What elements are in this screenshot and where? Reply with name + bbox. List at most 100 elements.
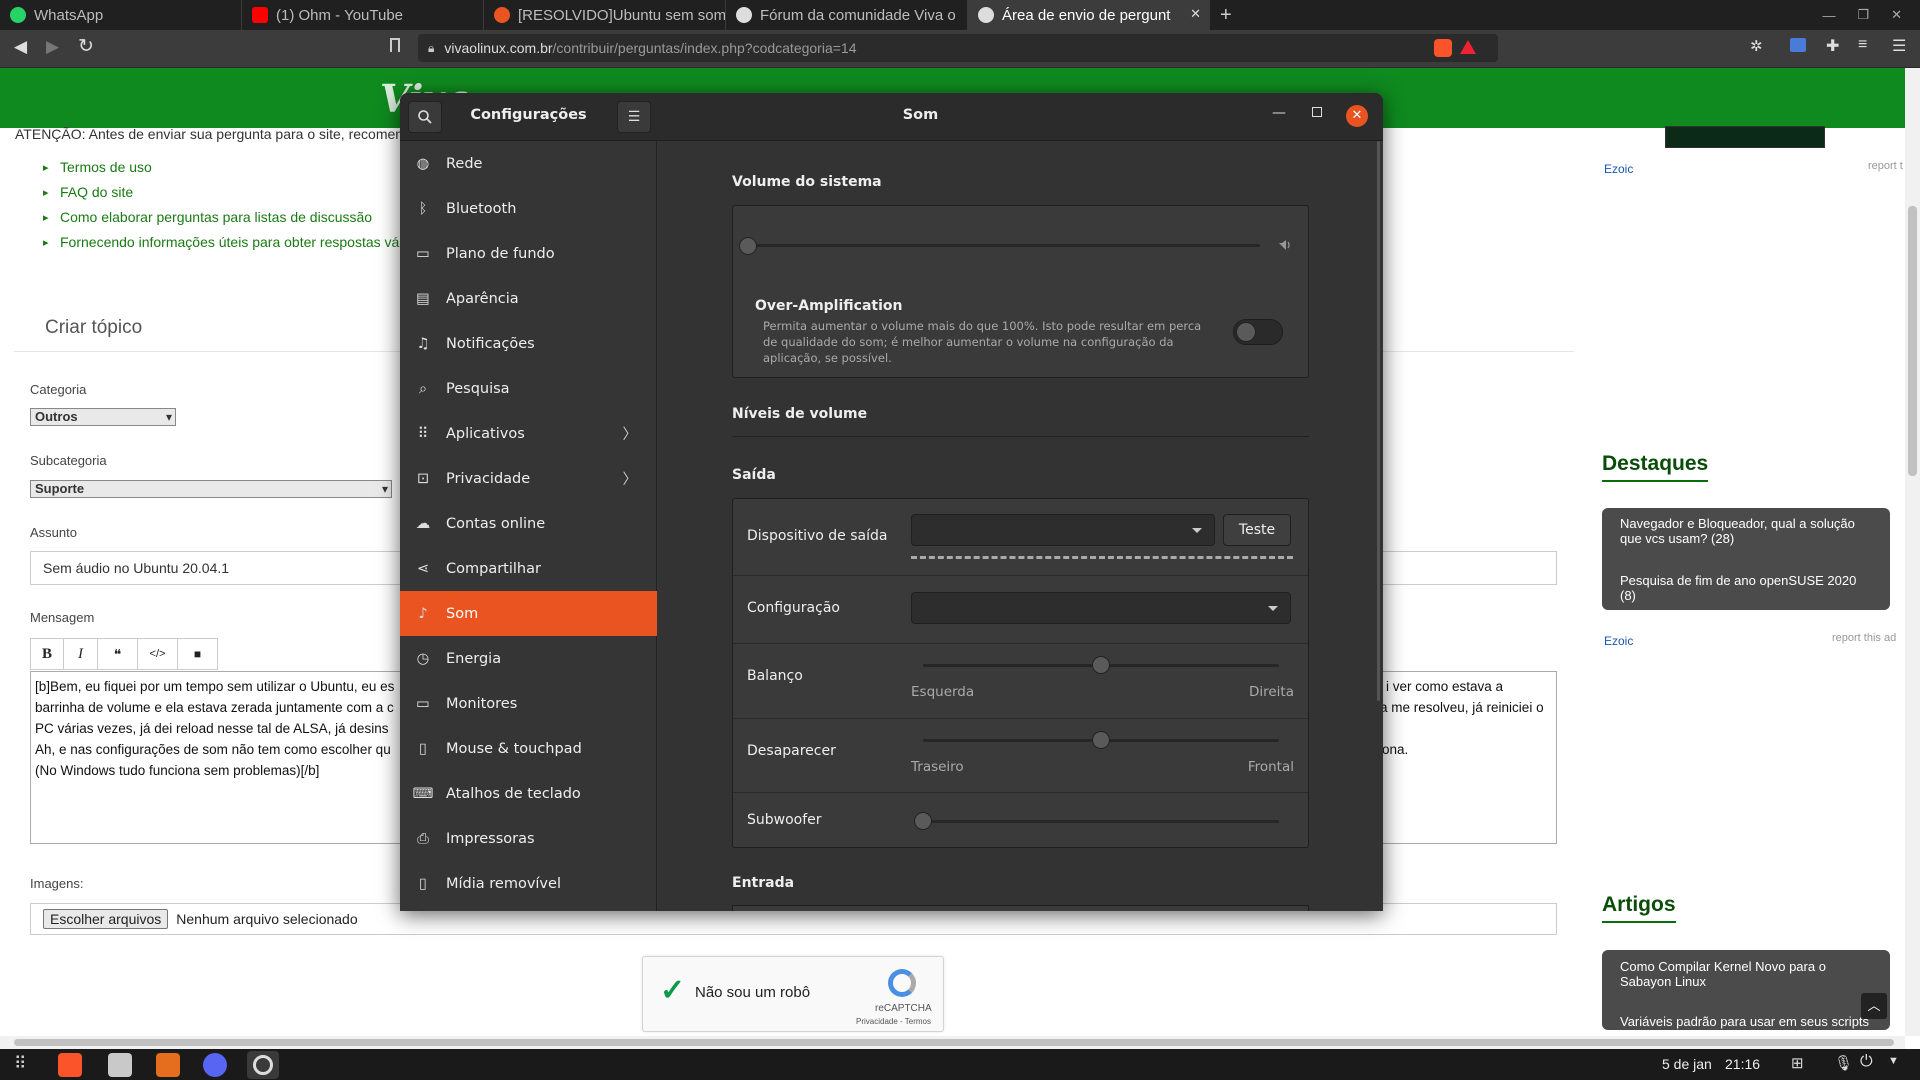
subwoofer-track[interactable] [923,820,1279,823]
sidebar-item-atalhos-de-teclado[interactable]: ⌨ Atalhos de teclado [400,771,657,816]
settings-taskbar-button[interactable] [247,1051,279,1079]
apps-grid-icon[interactable]: ⠿ [14,1054,27,1074]
balance-knob[interactable] [1092,656,1110,674]
sidebar-item-bluetooth[interactable]: ᛒ Bluetooth [400,186,657,231]
sidebar-item-impressoras[interactable]: ⎙ Impressoras [400,816,657,861]
menu-icon[interactable]: ☰ [1892,36,1906,56]
sidebar-item-apar-ncia[interactable]: ▤ Aparência [400,276,657,321]
puzzle-icon[interactable]: ✚ [1826,36,1839,56]
sidebar-item-som[interactable]: ♪ Som [400,591,657,636]
sidebar-item-energia[interactable]: ◷ Energia [400,636,657,681]
artigo-item[interactable]: Variáveis padrão para usar em seus scrip… [1602,1014,1887,1029]
translate-icon[interactable] [1790,38,1806,52]
artigo-item[interactable]: Como Compilar Kernel Novo para o Sabayon… [1602,959,1890,989]
subcategoria-select[interactable]: Suporte [30,480,392,498]
sidebar-item-compartilhar[interactable]: ⋖ Compartilhar [400,546,657,591]
recaptcha-box: ✓ Não sou um robô reCAPTCHA Privacidade … [642,956,944,1032]
tab-forum[interactable]: Fórum da comunidade Viva o [726,0,968,30]
scrollbar-thumb[interactable] [1908,206,1917,476]
checkmark-icon[interactable]: ✓ [660,973,685,1008]
maximize-icon[interactable] [1312,107,1322,117]
link-faq[interactable]: FAQ do site [43,184,133,200]
sidebar-item-m-dia-remov-vel[interactable]: ▯ Mídia removível [400,861,657,906]
italic-button[interactable]: I [64,638,98,670]
microphone-icon[interactable]: 🎙︎ [1834,1054,1853,1072]
destaque-item[interactable]: Pesquisa de fim de ano openSUSE 2020 (8) [1602,573,1890,603]
new-tab-button[interactable]: + [1210,0,1242,30]
horizontal-scrollbar[interactable] [0,1036,1905,1049]
balance-label: Balanço [747,668,803,684]
forward-icon[interactable]: ▶ [46,37,59,57]
sidebar-item-monitores[interactable]: ▭ Monitores [400,681,657,726]
notice-text: ATENÇÃO: Antes de enviar sua pergunta pa… [15,126,404,142]
tab-resolvido[interactable]: [RESOLVIDO]Ubuntu sem som [484,0,726,30]
browser-tab-bar: WhatsApp (1) Ohm - YouTube [RESOLVIDO]Ub… [0,0,1920,30]
discord-icon[interactable] [203,1053,227,1077]
choose-files-button[interactable]: Escolher arquivos [43,909,169,929]
extension-icon[interactable]: ✲ [1750,37,1763,55]
brave-shields-icon[interactable] [1434,39,1452,57]
scroll-top-button[interactable]: ︿ [1861,993,1887,1019]
configuration-combo[interactable] [911,592,1291,624]
destaque-item[interactable]: Navegador e Bloqueador, qual a solução q… [1602,516,1890,546]
link-como-elaborar[interactable]: Como elaborar perguntas para listas de d… [43,209,372,225]
bold-button[interactable]: B [30,638,64,670]
playlist-icon[interactable]: ≡ [1858,36,1867,54]
tab-whatsapp[interactable]: WhatsApp [0,0,242,30]
system-volume-track[interactable] [748,244,1260,247]
reload-icon[interactable]: ↻ [78,35,94,58]
over-amp-toggle[interactable] [1233,319,1283,345]
sidebar-item-privacidade[interactable]: ⊡ Privacidade 〉 [400,456,657,501]
recaptcha-terms[interactable]: Privacidade - Termos [856,1017,931,1026]
search-icon: ⌕ [418,380,428,397]
vertical-scrollbar[interactable] [1905,68,1920,1036]
url-domain: vivaolinux.com.br [444,40,553,56]
network-icon[interactable]: ⊞ [1791,1054,1804,1072]
maximize-icon[interactable]: ❐ [1857,7,1869,23]
close-icon[interactable]: ✕ [1346,105,1368,127]
brave-rewards-icon[interactable] [1460,40,1476,54]
system-volume-knob[interactable] [739,237,757,255]
fade-knob[interactable] [1092,731,1110,749]
minimize-icon[interactable]: — [1272,105,1286,121]
sidebar-item-aplicativos[interactable]: ⠿ Aplicativos 〉 [400,411,657,456]
hamburger-menu-button[interactable]: ☰ [617,101,651,133]
power-icon[interactable]: ⏻ [1860,1053,1873,1071]
close-icon[interactable]: ✕ [1891,7,1902,23]
tab-youtube[interactable]: (1) Ohm - YouTube [242,0,484,30]
sidebar-item-notifica-es[interactable]: ♫ Notificações [400,321,657,366]
sidebar-item-mouse-touchpad[interactable]: ▯ Mouse & touchpad [400,726,657,771]
address-bar[interactable]: 🔒︎ vivaolinux.com.br/contribuir/pergunta… [418,34,1498,62]
subwoofer-knob[interactable] [914,812,932,830]
bookmark-icon[interactable] [390,38,400,52]
link-termos[interactable]: Termos de uso [43,159,152,175]
ezoic-image-2: Ezoic [1604,634,1634,648]
level-meter [911,556,1293,559]
video-button[interactable]: ■ [178,638,218,670]
clock-time[interactable]: 21:16 [1725,1056,1760,1072]
output-device-combo[interactable] [911,514,1215,546]
report-link[interactable]: report t [1868,160,1903,172]
scrollbar-thumb[interactable] [14,1039,1894,1046]
panel-scrollbar[interactable] [1377,141,1380,701]
brave-icon[interactable] [58,1053,82,1077]
test-button[interactable]: Teste [1223,514,1291,546]
software-center-icon[interactable] [156,1053,180,1077]
close-tab-icon[interactable]: ✕ [1190,6,1201,22]
report-ad-link[interactable]: report this ad [1832,632,1896,644]
code-button[interactable]: </> [138,638,178,670]
sidebar-item-rede[interactable]: ◍ Rede [400,141,657,186]
tab-area-envio[interactable]: Área de envio de pergunt ✕ [968,0,1210,30]
sidebar-item-plano-de-fundo[interactable]: ▭ Plano de fundo [400,231,657,276]
categoria-select[interactable]: Outros [30,408,176,426]
youtube-icon [252,7,268,23]
chevron-down-icon[interactable]: ▼ [1888,1055,1899,1067]
sidebar-item-label: Monitores [446,695,518,712]
link-fornecendo[interactable]: Fornecendo informações úteis para obter … [43,234,402,250]
sidebar-item-pesquisa[interactable]: ⌕ Pesquisa [400,366,657,411]
sidebar-item-contas-online[interactable]: ☁ Contas online [400,501,657,546]
back-icon[interactable]: ◀ [14,37,27,57]
files-icon[interactable] [108,1053,132,1077]
minimize-icon[interactable]: — [1822,8,1835,23]
quote-button[interactable]: ❝ [98,638,138,670]
